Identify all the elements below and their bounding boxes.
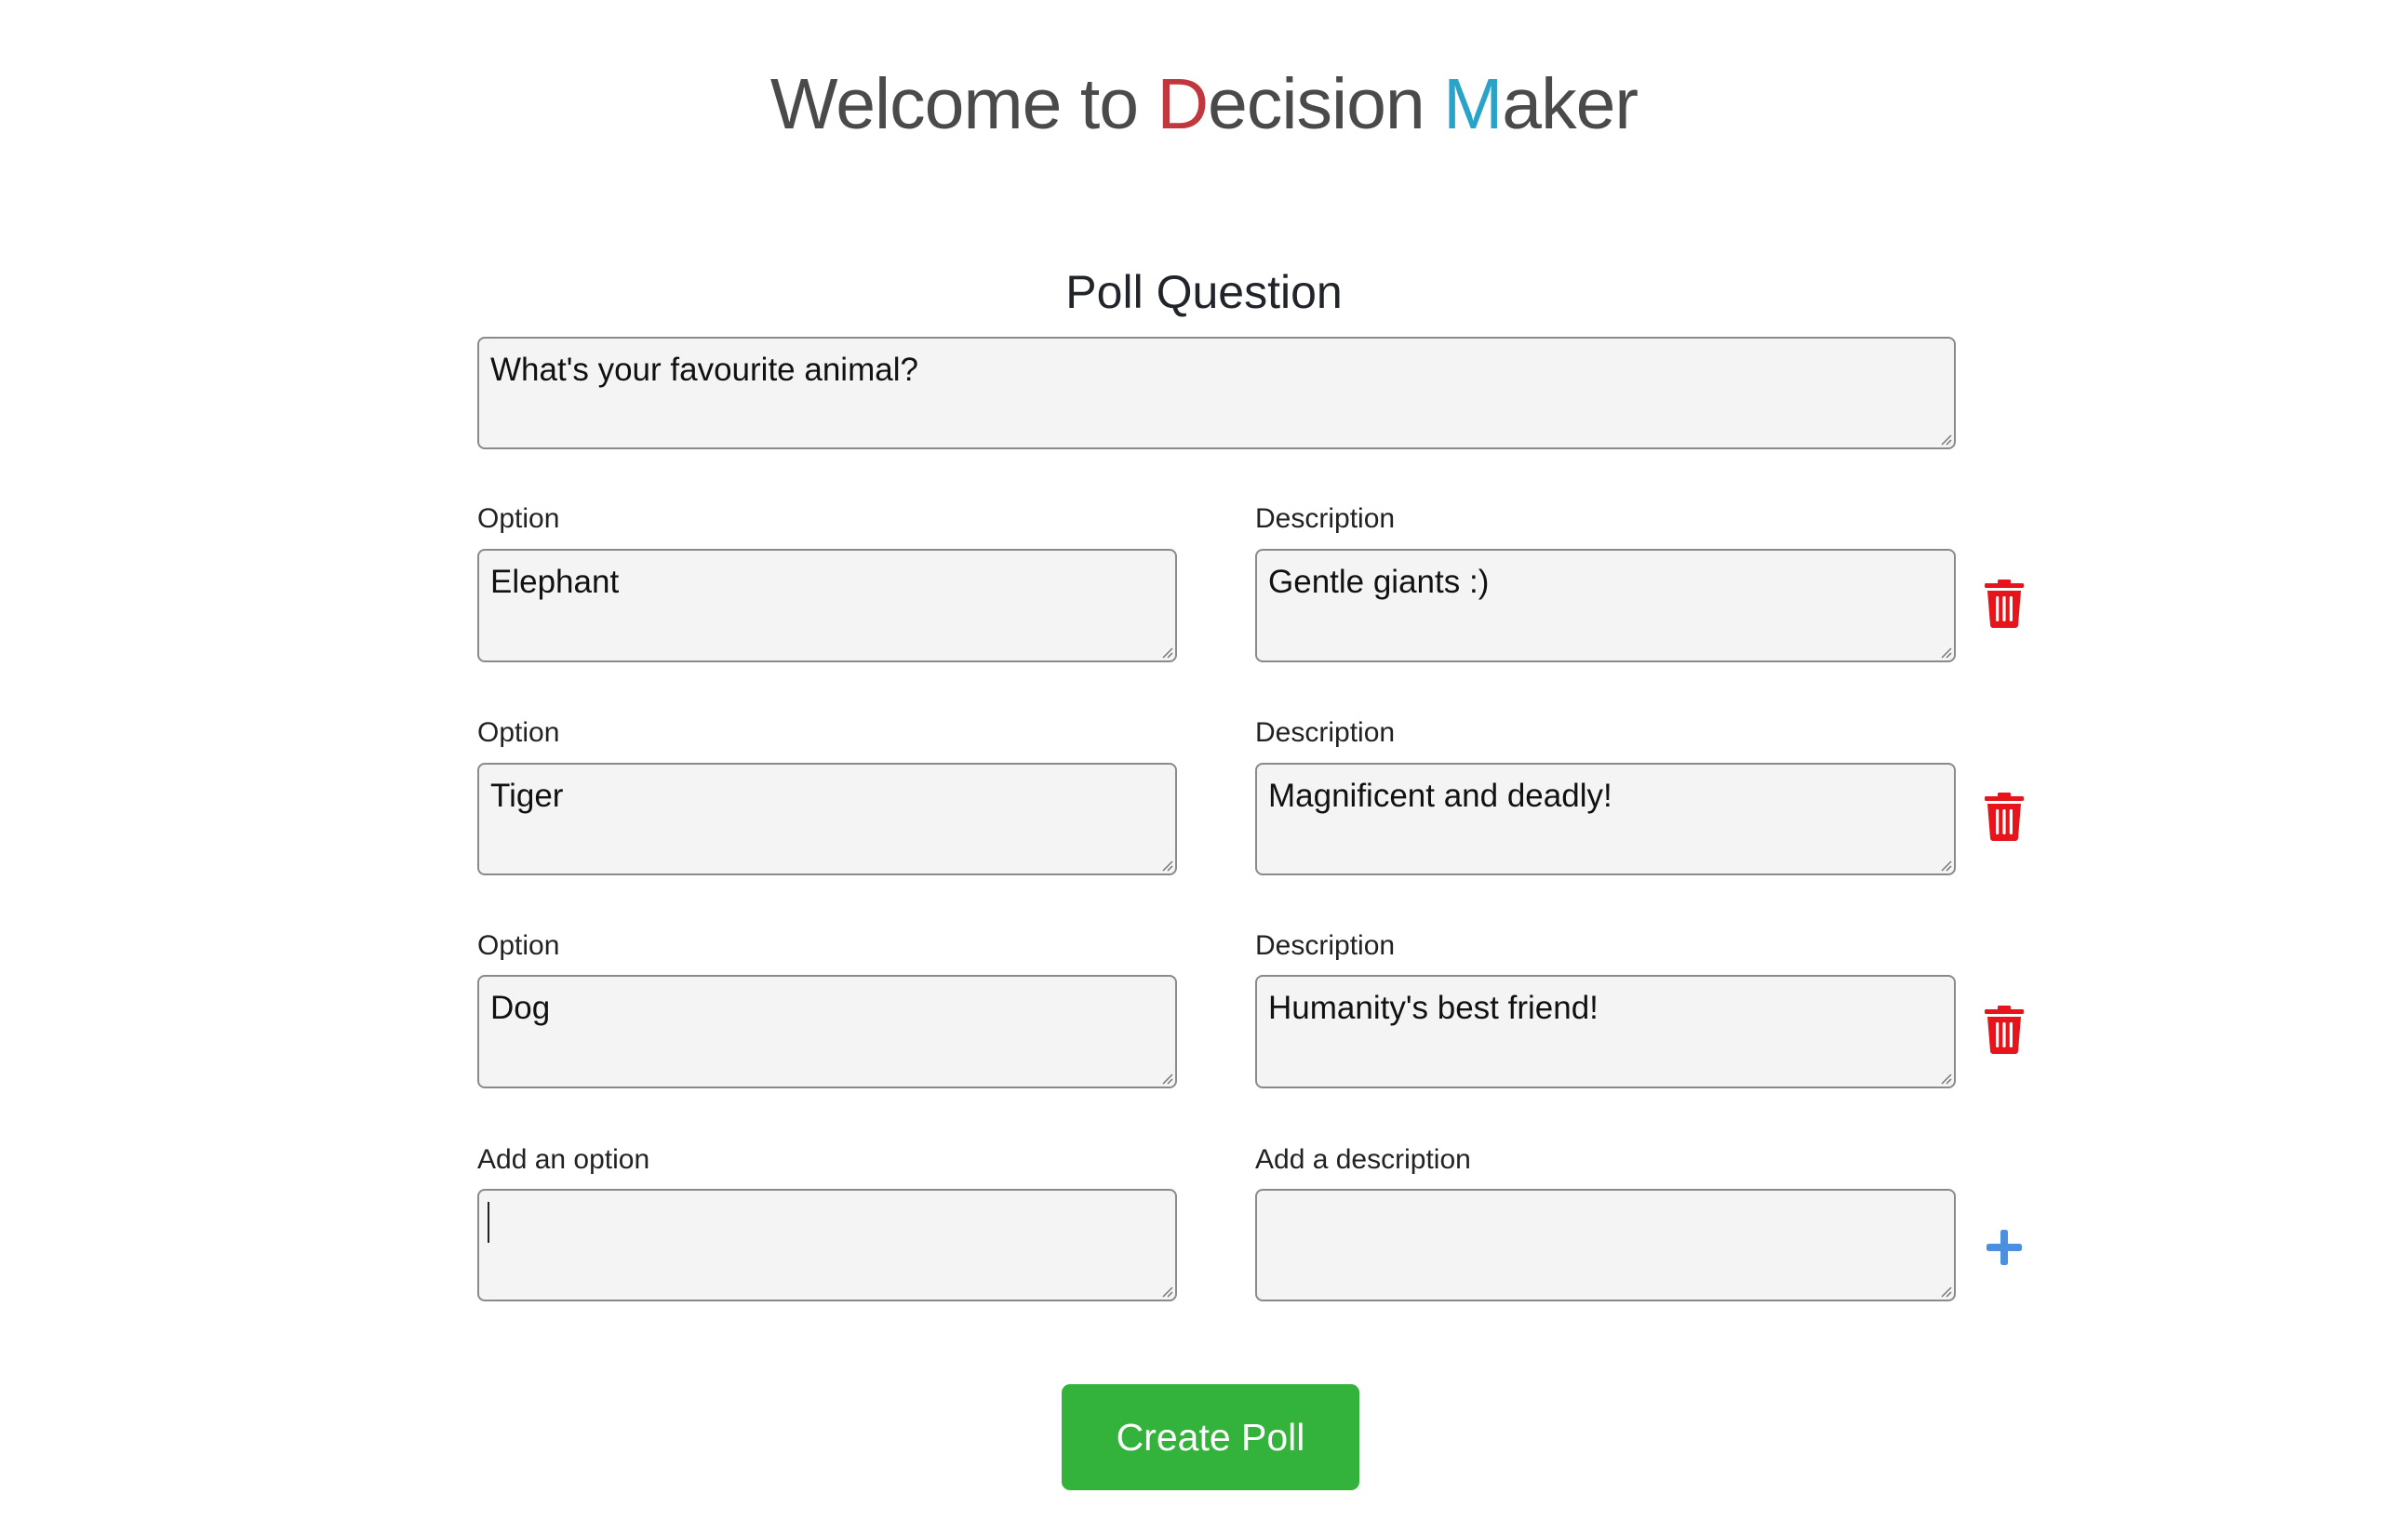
title-aker: aker	[1502, 64, 1639, 144]
description-input[interactable]: Humanity's best friend!	[1255, 975, 1956, 1088]
option-input[interactable]: Dog	[477, 975, 1177, 1088]
plus-icon	[1987, 1230, 2022, 1265]
description-label: Description	[1255, 930, 1396, 961]
add-description-input[interactable]	[1255, 1189, 1956, 1301]
title-letter-d: D	[1157, 64, 1209, 144]
title-prefix: Welcome to	[769, 64, 1157, 144]
trash-icon	[1985, 580, 2024, 628]
delete-option-button[interactable]	[1983, 580, 2026, 628]
option-input[interactable]: Elephant	[477, 549, 1177, 662]
description-label: Description	[1255, 503, 1396, 534]
title-letter-m: M	[1443, 64, 1503, 144]
description-label: Description	[1255, 717, 1396, 748]
description-input[interactable]: Magnificent and deadly!	[1255, 763, 1956, 875]
description-input[interactable]: Gentle giants :)	[1255, 549, 1956, 662]
add-option-button[interactable]	[1983, 1226, 2026, 1269]
poll-question-heading: Poll Question	[1065, 266, 1343, 318]
delete-option-button[interactable]	[1983, 793, 2026, 841]
add-option-label: Add an option	[477, 1144, 650, 1175]
add-description-label: Add a description	[1255, 1144, 1471, 1175]
option-label: Option	[477, 930, 560, 961]
poll-question-input[interactable]: What's your favourite animal?	[477, 337, 1956, 449]
trash-icon	[1985, 1006, 2024, 1054]
delete-option-button[interactable]	[1983, 1006, 2026, 1054]
option-input[interactable]: Tiger	[477, 763, 1177, 875]
text-caret	[488, 1202, 489, 1243]
add-option-input[interactable]	[477, 1189, 1177, 1301]
option-label: Option	[477, 717, 560, 748]
page-title: Welcome to Decision Maker	[0, 61, 2408, 147]
create-poll-button[interactable]: Create Poll	[1062, 1384, 1359, 1490]
title-ecision: ecision	[1208, 64, 1444, 144]
option-label: Option	[477, 503, 560, 534]
trash-icon	[1985, 793, 2024, 841]
